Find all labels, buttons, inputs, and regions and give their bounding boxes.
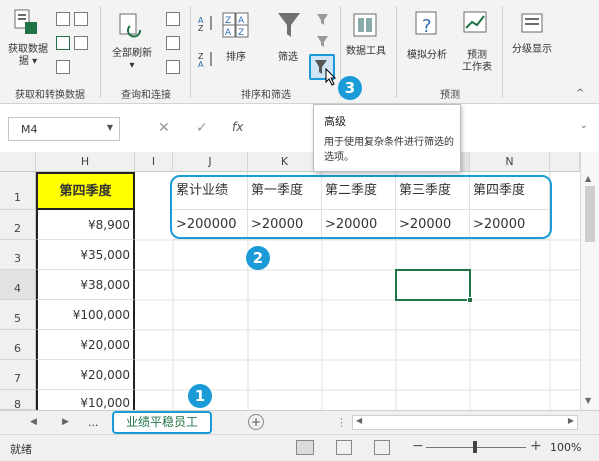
existing-connections-icon[interactable] (56, 60, 70, 74)
group-sort-filter: 排序和筛选 (241, 90, 291, 101)
zoom-slider-thumb[interactable] (473, 441, 477, 453)
scroll-up-icon[interactable]: ▲ (585, 174, 591, 183)
sort-desc-icon[interactable]: ZA (198, 50, 214, 71)
page-layout-view-icon[interactable] (336, 440, 352, 455)
forecast-sheet-label: 预测 (467, 50, 487, 61)
filter-button[interactable]: 筛选 (270, 52, 306, 64)
scroll-down-icon[interactable]: ▼ (585, 396, 591, 405)
status-bar: 就绪 − + 100% (0, 434, 599, 461)
chevron-down-icon[interactable]: ▼ (107, 123, 113, 132)
callout-badge-2: 2 (246, 246, 270, 270)
edit-links-icon[interactable] (166, 60, 180, 74)
advanced-filter-tooltip: 高级 用于使用复杂条件进行筛选的选项。 (313, 104, 461, 172)
get-data-label: 获取数据 (8, 44, 48, 55)
tab-scroll-right-icon[interactable]: ▶ (62, 417, 69, 427)
get-data-button[interactable]: 获取数据 据 ▾ (6, 44, 50, 68)
tab-splitter-icon[interactable]: ⋮ (336, 416, 347, 429)
group-queries: 查询和连接 (121, 90, 171, 101)
reapply-icon[interactable] (316, 34, 330, 51)
insert-function-icon[interactable]: fx (232, 120, 243, 134)
svg-text:A: A (198, 60, 204, 68)
horizontal-scrollbar[interactable]: ◀ ▶ (352, 415, 578, 430)
sheet-tab-label: 业绩平稳员工 (125, 415, 198, 429)
filter-icon (276, 10, 302, 43)
scroll-thumb[interactable] (585, 186, 595, 242)
zoom-level[interactable]: 100% (550, 441, 581, 454)
clear-filter-icon[interactable] (316, 12, 330, 29)
normal-view-icon[interactable] (296, 440, 314, 455)
h-scroll-left-icon[interactable]: ◀ (356, 416, 362, 425)
separator (502, 6, 503, 98)
forecast-sheet-button[interactable]: 预测 工作表 (456, 50, 498, 74)
expand-formula-icon[interactable]: ⌄ (580, 121, 588, 131)
zoom-in-icon[interactable]: + (530, 438, 542, 454)
zoom-out-icon[interactable]: − (412, 438, 424, 454)
svg-text:Z: Z (198, 24, 204, 32)
svg-text:Z: Z (225, 16, 231, 26)
sort-icon: ZA AZ (222, 12, 250, 41)
more-sheets-button[interactable]: ... (88, 416, 99, 429)
outline-icon (520, 12, 544, 37)
recent-sources-icon[interactable] (74, 36, 88, 50)
page-break-view-icon[interactable] (374, 440, 390, 455)
data-tools-icon (352, 12, 378, 41)
svg-text:Z: Z (238, 28, 244, 38)
get-data-label-2: 据 ▾ (18, 56, 38, 67)
svg-text:A: A (225, 28, 232, 38)
get-data-icon (12, 8, 40, 41)
criteria-range-highlight (170, 175, 552, 239)
tooltip-description: 用于使用复杂条件进行筛选的选项。 (324, 137, 454, 163)
refresh-all-button[interactable]: 全部刷新 ▾ (104, 48, 160, 72)
name-box[interactable]: M4 ▼ (8, 117, 120, 141)
add-sheet-label: + (250, 415, 262, 429)
sort-asc-icon[interactable]: AZ (198, 14, 214, 35)
sort-button[interactable]: 排序 (220, 52, 252, 64)
name-box-value: M4 (21, 123, 38, 136)
what-if-button[interactable]: 模拟分析 (398, 50, 456, 62)
mouse-cursor-icon (325, 67, 337, 89)
from-web-icon[interactable] (74, 12, 88, 26)
collapse-ribbon-icon[interactable]: ^ (576, 88, 584, 99)
separator (396, 6, 397, 98)
sheet-tab-active[interactable]: 业绩平稳员工 (112, 411, 212, 434)
refresh-all-icon (118, 12, 144, 43)
outline-button[interactable]: 分级显示 (504, 44, 560, 56)
tab-scroll-left-icon[interactable]: ◀ (30, 417, 37, 427)
forecast-sheet-icon (462, 10, 490, 41)
queries-connections-icon[interactable] (166, 12, 180, 26)
group-get-transform: 获取和转换数据 (15, 90, 85, 101)
data-tools-button[interactable]: 数据工具 (340, 46, 392, 58)
forecast-sheet-label-2: 工作表 (462, 62, 492, 73)
from-text-icon[interactable] (56, 12, 70, 26)
status-ready: 就绪 (10, 443, 32, 456)
zoom-slider[interactable] (426, 441, 526, 453)
add-sheet-button[interactable]: + (248, 414, 264, 430)
properties-icon[interactable] (166, 36, 180, 50)
worksheet-grid[interactable]: H I J K L M N 1 2 3 4 5 6 7 8 第四季度 ¥8,90… (0, 152, 580, 410)
h-scroll-right-icon[interactable]: ▶ (568, 416, 574, 425)
sheet-tabs-bar: ◀ ▶ ... 业绩平稳员工 + ⋮ ◀ ▶ (0, 410, 599, 434)
group-forecast: 预测 (440, 90, 460, 101)
from-table-icon[interactable] (56, 36, 70, 50)
vertical-scrollbar[interactable]: ▲ ▼ (580, 152, 599, 410)
svg-text:A: A (238, 16, 245, 26)
tooltip-title: 高级 (324, 115, 346, 128)
active-cell-m4[interactable] (395, 269, 471, 301)
fill-handle[interactable] (467, 297, 473, 303)
separator (190, 6, 191, 98)
refresh-all-caret: ▾ (129, 60, 135, 71)
enter-icon[interactable]: ✓ (196, 120, 208, 136)
refresh-all-label: 全部刷新 (112, 48, 152, 59)
what-if-icon: ? (414, 10, 442, 43)
callout-badge-1: 1 (188, 384, 212, 408)
separator (100, 6, 101, 98)
ribbon: 获取数据 据 ▾ 获取和转换数据 全部刷新 ▾ 查询和连接 AZ ZA ZA A… (0, 0, 599, 104)
svg-text:?: ? (422, 16, 432, 37)
callout-badge-3: 3 (338, 76, 362, 100)
cancel-icon[interactable]: ✕ (158, 120, 170, 136)
